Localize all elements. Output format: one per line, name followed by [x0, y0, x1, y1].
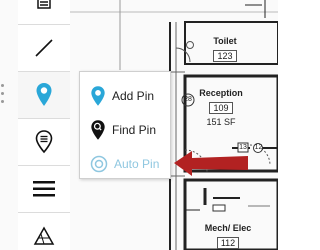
hamburger-menu-icon — [33, 181, 55, 197]
drag-handle[interactable] — [0, 84, 6, 110]
stamp-tool-button[interactable] — [18, 0, 70, 25]
room-toilet: Toilet 123 — [200, 36, 250, 64]
pin-tool-button[interactable] — [18, 72, 70, 119]
line-tool-button[interactable] — [18, 25, 70, 72]
search-pin-icon — [91, 120, 105, 140]
shape-icon — [33, 226, 55, 245]
room-number: 112 — [216, 237, 240, 249]
shape-tool-button[interactable] — [18, 213, 70, 250]
find-pin-label: Find Pin — [112, 123, 157, 137]
pin-flyout-menu: Add Pin Find Pin Auto Pin — [79, 71, 171, 179]
room-number: 109 — [209, 102, 233, 114]
door-marker: 12 — [254, 144, 263, 151]
room-number: 123 — [213, 50, 237, 62]
add-pin-label: Add Pin — [112, 89, 155, 103]
menu-tool-button[interactable] — [18, 166, 70, 213]
callout-arrow — [174, 151, 248, 176]
map-pin-icon — [36, 83, 52, 106]
door-marker: 28 — [184, 96, 192, 103]
auto-pin-button[interactable]: Auto Pin — [80, 147, 170, 181]
left-toolbar — [0, 0, 70, 250]
find-pin-button[interactable]: Find Pin — [80, 113, 170, 147]
comment-pin-tool-button[interactable] — [18, 119, 70, 166]
map-pin-icon — [91, 86, 105, 106]
room-name: Reception — [199, 88, 243, 98]
comment-pin-icon — [35, 130, 53, 154]
add-pin-button[interactable]: Add Pin — [80, 79, 170, 113]
auto-pin-icon — [90, 155, 108, 173]
auto-pin-label: Auto Pin — [114, 157, 160, 171]
room-mech-elec: Mech/ Elec 112 — [198, 223, 258, 250]
room-reception: Reception 109 151 SF — [195, 88, 247, 127]
stamp-icon — [37, 0, 51, 9]
room-name: Mech/ Elec — [204, 223, 252, 233]
line-icon — [35, 39, 53, 57]
room-name: Toilet — [213, 36, 237, 46]
room-area: 151 SF — [206, 117, 236, 127]
